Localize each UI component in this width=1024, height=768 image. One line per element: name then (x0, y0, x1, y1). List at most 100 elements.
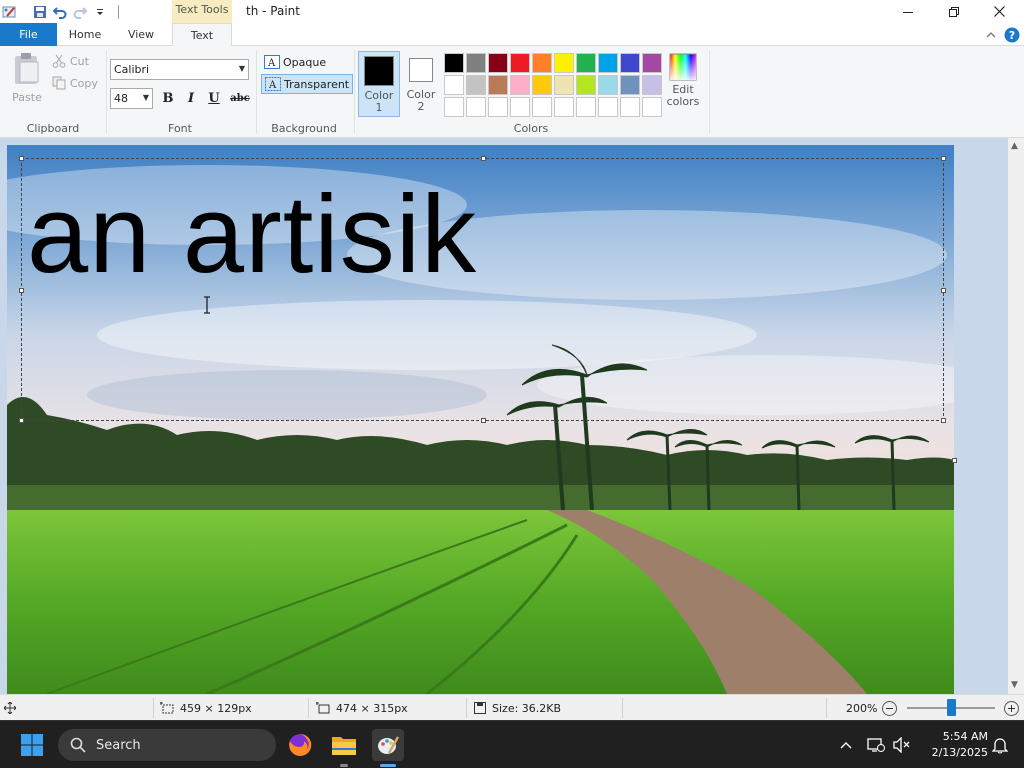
network-icon (867, 738, 885, 752)
paste-button[interactable]: Paste (8, 52, 46, 104)
paint-app-icon[interactable] (0, 2, 20, 21)
help-icon[interactable]: ? (1003, 26, 1021, 44)
palette-swatch[interactable] (576, 53, 596, 73)
selection-size-text: 459 × 129px (180, 701, 252, 715)
status-separator (308, 698, 309, 718)
show-hidden-icons-button[interactable] (830, 729, 862, 761)
volume-tray-button[interactable] (886, 729, 918, 761)
palette-swatch[interactable] (554, 97, 574, 117)
paint-taskbar-button[interactable] (372, 729, 404, 767)
palette-swatch[interactable] (554, 53, 574, 73)
palette-swatch[interactable] (642, 53, 662, 73)
start-button[interactable] (16, 729, 48, 761)
transparent-button[interactable]: A Transparent (261, 74, 354, 94)
palette-swatch[interactable] (642, 75, 662, 95)
resize-handle[interactable] (19, 418, 24, 423)
palette-swatch[interactable] (444, 97, 464, 117)
opaque-button[interactable]: A Opaque (261, 52, 329, 72)
palette-swatch[interactable] (532, 97, 552, 117)
font-family-value: Calibri (114, 63, 150, 76)
palette-swatch[interactable] (444, 53, 464, 73)
resize-handle[interactable] (19, 288, 24, 293)
palette-swatch[interactable] (510, 53, 530, 73)
scroll-down-icon[interactable]: ▼ (1011, 680, 1018, 690)
palette-swatch[interactable] (620, 97, 640, 117)
undo-icon[interactable] (50, 2, 70, 21)
zoom-out-button[interactable] (882, 701, 897, 716)
save-icon[interactable] (30, 2, 50, 21)
resize-handle[interactable] (941, 418, 946, 423)
palette-swatch[interactable] (620, 75, 640, 95)
taskbar-search[interactable]: Search (58, 729, 276, 761)
tab-view[interactable]: View (118, 23, 164, 46)
palette-swatch[interactable] (598, 97, 618, 117)
palette-swatch[interactable] (510, 75, 530, 95)
palette-swatch[interactable] (466, 97, 486, 117)
firefox-taskbar-button[interactable] (284, 729, 316, 761)
palette-swatch[interactable] (642, 97, 662, 117)
maximize-button[interactable] (931, 0, 977, 23)
italic-button[interactable]: I (181, 88, 201, 108)
font-family-dropdown[interactable]: Calibri ▼ (110, 59, 249, 80)
tab-home[interactable]: Home (62, 23, 108, 46)
tab-text[interactable]: Text (172, 23, 232, 47)
tab-file[interactable]: File (0, 23, 57, 46)
palette-swatch[interactable] (532, 53, 552, 73)
resize-handle[interactable] (19, 156, 24, 161)
text-selection-box[interactable] (19, 156, 946, 423)
opaque-icon: A (264, 55, 280, 69)
palette-swatch[interactable] (532, 75, 552, 95)
palette-swatch[interactable] (444, 75, 464, 95)
palette-swatch[interactable] (466, 53, 486, 73)
palette-swatch[interactable] (598, 75, 618, 95)
palette-swatch[interactable] (576, 97, 596, 117)
color-1-label-line2: 1 (375, 101, 383, 114)
zoom-in-button[interactable] (1004, 701, 1019, 716)
chevron-down-icon: ▼ (238, 64, 245, 73)
palette-swatch[interactable] (466, 75, 486, 95)
scroll-up-icon[interactable]: ▲ (1011, 141, 1018, 151)
cut-button[interactable]: Cut (52, 54, 89, 68)
palette-swatch[interactable] (620, 53, 640, 73)
minimize-button[interactable] (885, 0, 931, 23)
vertical-scrollbar[interactable]: ▲ ▼ (1008, 138, 1024, 694)
redo-icon[interactable] (70, 2, 90, 21)
colors-group-label: Colors (513, 122, 549, 135)
notifications-button[interactable] (984, 729, 1016, 761)
color-1-button[interactable]: Color 1 (358, 51, 400, 117)
palette-swatch[interactable] (488, 53, 508, 73)
palette-swatch[interactable] (488, 97, 508, 117)
quick-access-toolbar (0, 2, 119, 21)
selection-icon (160, 702, 174, 714)
minimize-ribbon-icon[interactable] (982, 26, 1000, 44)
image-size: 474 × 315px (316, 695, 408, 721)
zoom-slider-thumb[interactable] (946, 699, 956, 716)
palette-swatch[interactable] (510, 97, 530, 117)
resize-handle[interactable] (481, 418, 486, 423)
file-explorer-taskbar-button[interactable] (328, 729, 360, 767)
customize-quick-access-icon[interactable] (90, 2, 110, 21)
cut-label: Cut (70, 54, 89, 68)
canvas-resize-handle[interactable] (952, 458, 957, 463)
clock[interactable]: 5:54 AM 2/13/2025 (924, 729, 988, 761)
resize-handle[interactable] (481, 156, 486, 161)
underline-button[interactable]: U (204, 88, 224, 108)
copy-button[interactable]: Copy (52, 76, 98, 90)
bold-button[interactable]: B (158, 88, 178, 108)
toolbar-separator (118, 4, 119, 19)
palette-swatch[interactable] (554, 75, 574, 95)
close-button[interactable] (976, 0, 1022, 23)
image-size-icon (316, 702, 330, 714)
palette-swatch[interactable] (576, 75, 596, 95)
palette-swatch[interactable] (488, 75, 508, 95)
strikethrough-button[interactable]: abc (228, 88, 252, 108)
resize-handle[interactable] (941, 156, 946, 161)
resize-handle[interactable] (941, 288, 946, 293)
color-2-button[interactable]: Color 2 (402, 51, 440, 117)
color-2-label-line2: 2 (417, 100, 425, 113)
move-icon (4, 702, 16, 714)
edit-colors-button[interactable]: Edit colors (664, 51, 702, 117)
palette-swatch[interactable] (598, 53, 618, 73)
font-size-dropdown[interactable]: 48 ▼ (110, 88, 153, 109)
ribbon-tabs: File Home View Text ? (0, 23, 1024, 47)
